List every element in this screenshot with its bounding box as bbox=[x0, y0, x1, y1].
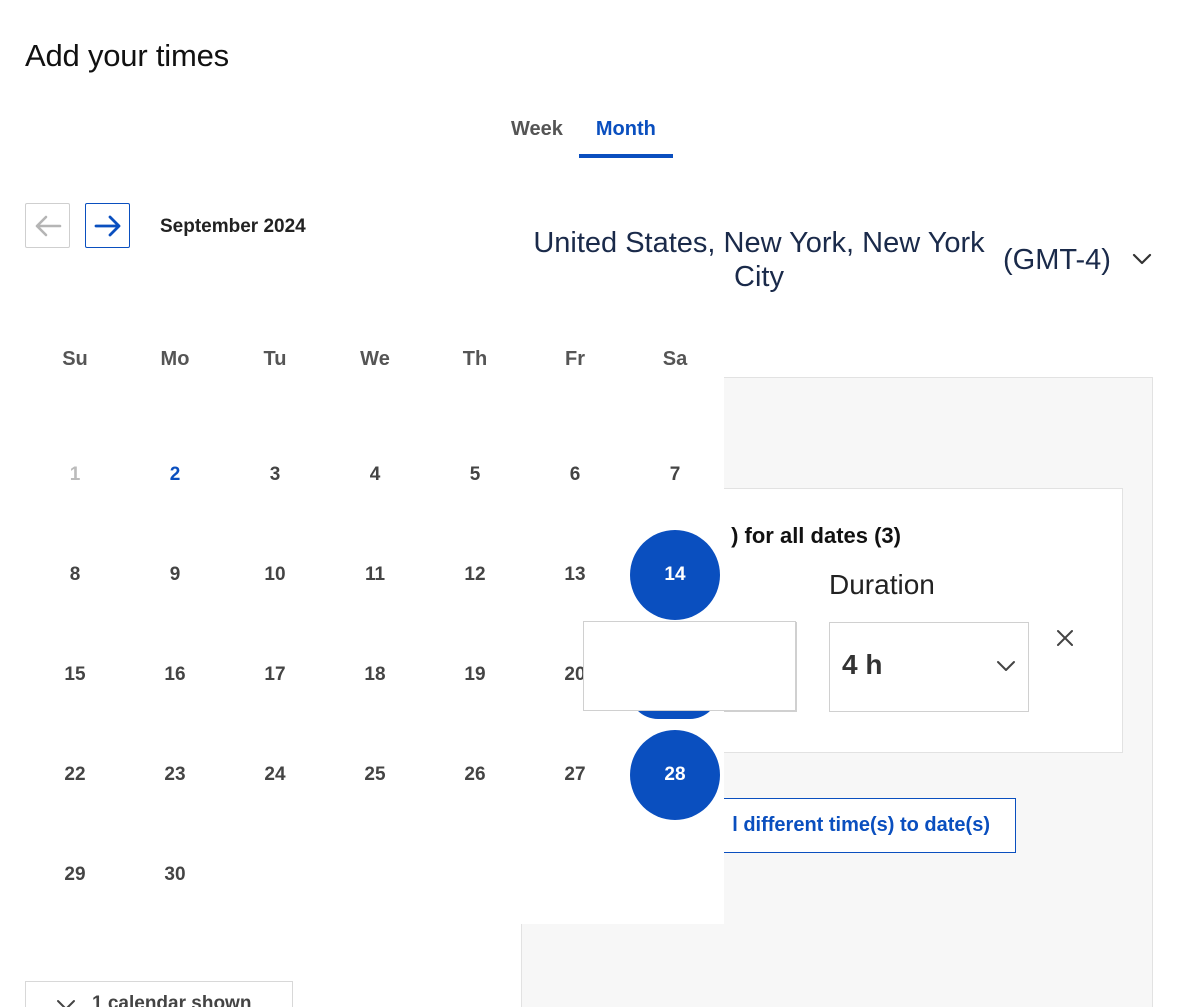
calendar-day-number: 18 bbox=[364, 664, 386, 685]
add-different-times-button[interactable]: l different time(s) to date(s) bbox=[682, 798, 1016, 853]
weekday-header: Su Mo Tu We Th Fr Sa bbox=[25, 330, 725, 390]
calendar-day[interactable]: 9 bbox=[125, 525, 225, 625]
page-title: Add your times bbox=[25, 38, 229, 73]
calendar-day[interactable]: 28 bbox=[625, 725, 725, 825]
calendar-day-number: 16 bbox=[164, 664, 186, 685]
calendar-day-number: 12 bbox=[464, 564, 486, 585]
calendar-day-number: 2 bbox=[169, 464, 181, 485]
calendar-day[interactable]: 23 bbox=[125, 725, 225, 825]
calendar-day-number: 27 bbox=[564, 764, 586, 785]
timezone-name: United States, New York, New York City bbox=[533, 227, 985, 293]
timezone-select[interactable]: United States, New York, New York City (… bbox=[520, 226, 1160, 296]
weekday-label: Mo bbox=[160, 348, 190, 370]
calendars-shown-label: 1 calendar shown bbox=[92, 993, 252, 1007]
calendar-day-number: 15 bbox=[64, 664, 86, 685]
calendar-day-number: 29 bbox=[64, 864, 86, 885]
calendar-day[interactable]: 24 bbox=[225, 725, 325, 825]
calendar-day-number: 25 bbox=[364, 764, 386, 785]
calendar-day[interactable]: 15 bbox=[25, 625, 125, 725]
chevron-down-icon bbox=[57, 1000, 75, 1007]
calendar-day[interactable]: 29 bbox=[25, 825, 125, 925]
weekday-label: Sa bbox=[662, 348, 688, 370]
calendar-day[interactable]: 6 bbox=[525, 425, 625, 525]
start-time-input-overlay[interactable] bbox=[583, 621, 796, 711]
calendar-day[interactable]: 13 bbox=[525, 525, 625, 625]
add-different-times-label: l different time(s) to date(s) bbox=[732, 814, 990, 836]
duration-select[interactable]: 4 h bbox=[829, 622, 1029, 712]
calendar-day-number: 22 bbox=[64, 764, 86, 785]
calendar-day[interactable]: 3 bbox=[225, 425, 325, 525]
weekday-label: Th bbox=[462, 348, 488, 370]
previous-month-button[interactable] bbox=[25, 203, 70, 248]
calendar-day-number: 7 bbox=[669, 464, 681, 485]
calendar-day[interactable]: 12 bbox=[425, 525, 525, 625]
calendar-day[interactable]: 17 bbox=[225, 625, 325, 725]
next-month-button[interactable] bbox=[85, 203, 130, 248]
calendar-day-number: 11 bbox=[364, 564, 386, 585]
calendar-day: 1 bbox=[25, 425, 125, 525]
calendar-day[interactable]: 22 bbox=[25, 725, 125, 825]
calendar-day-number: 3 bbox=[269, 464, 281, 485]
arrow-left-icon bbox=[35, 215, 61, 236]
chevron-down-icon bbox=[997, 661, 1015, 671]
view-tabs: Week Month bbox=[495, 112, 673, 158]
calendar-day-number: 5 bbox=[469, 464, 481, 485]
calendar-day[interactable]: 5 bbox=[425, 425, 525, 525]
calendar-day-number: 9 bbox=[169, 564, 181, 585]
weekday-label: Fr bbox=[565, 348, 585, 370]
calendar-day-number: 13 bbox=[564, 564, 586, 585]
calendar-day-number: 19 bbox=[464, 664, 486, 685]
calendar-day[interactable]: 10 bbox=[225, 525, 325, 625]
calendar-day-number: 6 bbox=[569, 464, 581, 485]
calendar-day[interactable]: 18 bbox=[325, 625, 425, 725]
calendar-day[interactable]: 8 bbox=[25, 525, 125, 625]
calendar-day-number: 14 bbox=[664, 564, 686, 585]
calendar-day[interactable]: 11 bbox=[325, 525, 425, 625]
calendar-day[interactable]: 4 bbox=[325, 425, 425, 525]
calendar-day-number: 30 bbox=[164, 864, 186, 885]
duration-value: 4 h bbox=[842, 649, 883, 680]
close-icon[interactable] bbox=[1054, 627, 1076, 649]
calendar-day[interactable]: 25 bbox=[325, 725, 425, 825]
weekday-label: Tu bbox=[263, 348, 287, 370]
calendar-day[interactable]: 30 bbox=[125, 825, 225, 925]
tab-week[interactable]: Week bbox=[495, 112, 579, 158]
month-label: September 2024 bbox=[160, 216, 306, 237]
calendar-day[interactable]: 14 bbox=[625, 525, 725, 625]
weekday-label: Su bbox=[62, 348, 88, 370]
duration-label: Duration bbox=[829, 569, 935, 600]
calendars-shown-button[interactable]: 1 calendar shown bbox=[25, 981, 293, 1007]
timezone-offset: (GMT-4) bbox=[1003, 244, 1111, 276]
chevron-down-icon bbox=[1132, 253, 1152, 265]
calendar-day[interactable]: 19 bbox=[425, 625, 525, 725]
calendar-day-number: 17 bbox=[264, 664, 286, 685]
calendar-day[interactable]: 16 bbox=[125, 625, 225, 725]
calendar-day[interactable]: 26 bbox=[425, 725, 525, 825]
calendar-day[interactable]: 7 bbox=[625, 425, 725, 525]
tab-month[interactable]: Month bbox=[578, 112, 673, 158]
weekday-label: We bbox=[360, 348, 390, 370]
calendar-day-number: 8 bbox=[69, 564, 81, 585]
calendar-day-number: 23 bbox=[164, 764, 186, 785]
calendar-day-number: 4 bbox=[369, 464, 381, 485]
calendar-day-number: 28 bbox=[664, 764, 686, 785]
calendar-day-number: 1 bbox=[69, 464, 81, 485]
arrow-right-icon bbox=[94, 215, 120, 236]
calendar-day-number: 24 bbox=[264, 764, 286, 785]
calendar-day-number: 10 bbox=[264, 564, 286, 585]
calendar-day-number: 26 bbox=[464, 764, 486, 785]
calendar-day[interactable]: 27 bbox=[525, 725, 625, 825]
calendar-day[interactable]: 2 bbox=[125, 425, 225, 525]
